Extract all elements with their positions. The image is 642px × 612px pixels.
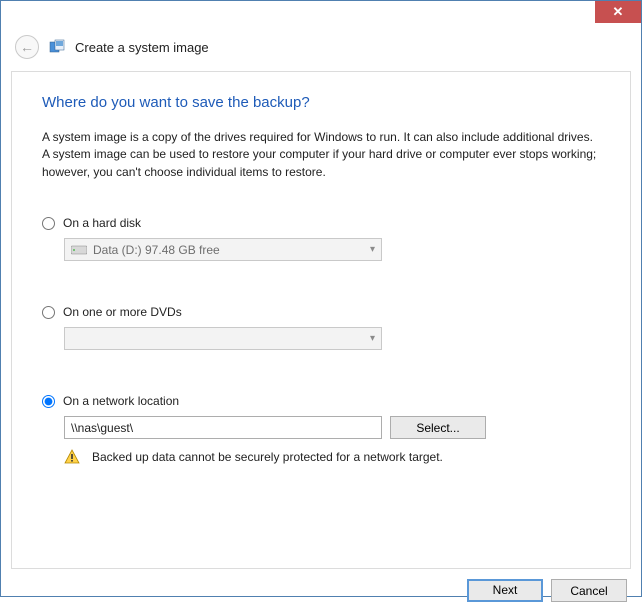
- radio-hard-disk[interactable]: [42, 217, 55, 230]
- close-button[interactable]: ✕: [595, 1, 641, 23]
- option-hard-disk: On a hard disk Data (D:) 97.48 GB free ▾: [42, 216, 600, 261]
- next-button[interactable]: Next: [467, 579, 543, 602]
- select-button[interactable]: Select...: [390, 416, 486, 439]
- titlebar: ✕: [1, 1, 641, 29]
- network-path-input[interactable]: [64, 416, 382, 439]
- hard-disk-combo-value: Data (D:) 97.48 GB free: [93, 243, 220, 257]
- back-button[interactable]: ←: [15, 35, 39, 59]
- close-icon: ✕: [613, 4, 624, 20]
- option-dvd: On one or more DVDs ▾: [42, 305, 600, 350]
- description: A system image is a copy of the drives r…: [42, 129, 600, 181]
- chevron-down-icon: ▾: [370, 244, 375, 255]
- radio-dvd[interactable]: [42, 306, 55, 319]
- drive-icon: [71, 244, 87, 256]
- footer: Next Cancel: [1, 569, 641, 612]
- heading: Where do you want to save the backup?: [42, 94, 600, 111]
- radio-network-label: On a network location: [63, 394, 179, 408]
- warning-icon: [64, 449, 80, 465]
- option-network: On a network location Select... Backed u…: [42, 394, 600, 465]
- header: ← Create a system image: [1, 29, 641, 71]
- system-image-icon: [49, 39, 65, 55]
- content-panel: Where do you want to save the backup? A …: [11, 71, 631, 569]
- network-warning-text: Backed up data cannot be securely protec…: [92, 450, 443, 464]
- dvd-combo[interactable]: ▾: [64, 327, 382, 350]
- radio-dvd-label: On one or more DVDs: [63, 305, 182, 319]
- hard-disk-combo[interactable]: Data (D:) 97.48 GB free ▾: [64, 238, 382, 261]
- radio-hard-disk-label: On a hard disk: [63, 216, 141, 230]
- back-arrow-icon: ←: [20, 40, 34, 54]
- radio-network[interactable]: [42, 395, 55, 408]
- page-title: Create a system image: [75, 40, 209, 55]
- cancel-button[interactable]: Cancel: [551, 579, 627, 602]
- chevron-down-icon: ▾: [370, 333, 375, 344]
